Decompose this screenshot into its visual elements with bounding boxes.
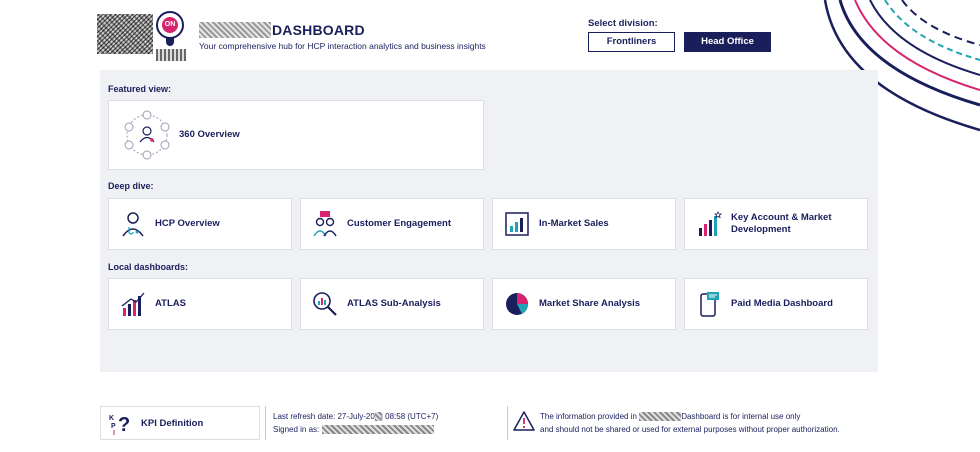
page-title: DASHBOARD <box>272 22 365 38</box>
logo-caption-redacted <box>156 49 186 61</box>
card-label: Paid Media Dashboard <box>731 298 833 309</box>
svg-text:K: K <box>109 415 114 422</box>
notice-prefix: The information provided in <box>540 412 637 421</box>
card-customer-engagement[interactable]: Customer Engagement <box>300 198 484 250</box>
card-label: In-Market Sales <box>539 218 609 229</box>
kpi-definition-button[interactable]: K P I ? KPI Definition <box>100 406 260 440</box>
redacted-company <box>639 412 682 422</box>
signed-in-label: Signed in as: <box>273 425 320 434</box>
head-office-button[interactable]: Head Office <box>684 32 771 52</box>
on-badge-icon: ON <box>156 11 184 39</box>
card-label: Key Account & Market Development <box>731 212 832 235</box>
kpi-label: KPI Definition <box>141 417 204 429</box>
card-in-market-sales[interactable]: In-Market Sales <box>492 198 676 250</box>
company-logo <box>97 14 153 54</box>
division-label: Select division: <box>588 18 658 29</box>
network-overview-icon <box>124 110 170 160</box>
doctor-icon <box>122 212 144 237</box>
card-market-share[interactable]: Market Share Analysis <box>492 278 676 330</box>
kpi-question-icon: K P I ? <box>109 414 130 435</box>
card-key-account[interactable]: Key Account & Market Development <box>684 198 868 250</box>
svg-text:?: ? <box>118 414 130 435</box>
card-atlas-sub-analysis[interactable]: ATLAS Sub-Analysis <box>300 278 484 330</box>
page-subtitle: Your comprehensive hub for HCP interacti… <box>199 41 486 51</box>
trend-chart-icon <box>121 292 145 316</box>
svg-text:P: P <box>111 423 116 430</box>
growth-chart-icon <box>699 211 722 236</box>
redacted-user <box>321 425 434 435</box>
notice-suffix: Dashboard is for internal use only <box>681 412 801 421</box>
refresh-prefix: Last refresh date: 27-July-20 <box>273 412 375 421</box>
divider <box>507 406 508 440</box>
magnifier-chart-icon <box>313 292 337 316</box>
warning-icon <box>513 411 535 431</box>
card-label: HCP Overview <box>155 218 220 229</box>
card-label: 360 Overview <box>179 129 240 140</box>
divider <box>265 406 266 440</box>
notice-line-1: The information provided in Dashboard is… <box>540 412 801 422</box>
deep-dive-label: Deep dive: <box>108 181 154 191</box>
card-atlas[interactable]: ATLAS <box>108 278 292 330</box>
signed-in: Signed in as: <box>273 425 434 435</box>
card-label: ATLAS Sub-Analysis <box>347 298 441 309</box>
local-dashboards-label: Local dashboards: <box>108 262 189 272</box>
featured-label: Featured view: <box>108 84 172 94</box>
dashboard-panel: Featured view: 360 Overview Deep dive: H… <box>100 70 878 372</box>
on-badge-text: ON <box>162 17 178 33</box>
frontliners-button[interactable]: Frontliners <box>588 32 675 52</box>
people-chat-icon <box>313 211 337 237</box>
card-label: Market Share Analysis <box>539 298 641 309</box>
refresh-date: Last refresh date: 27-July-20 | 08:58 (UT… <box>273 412 439 422</box>
notice-line-2: and should not be shared or used for ext… <box>540 425 840 434</box>
svg-text:I: I <box>113 430 115 435</box>
card-label: Customer Engagement <box>347 218 451 229</box>
bar-chart-icon <box>505 212 529 236</box>
badge-stem <box>166 38 174 46</box>
card-hcp-overview[interactable]: HCP Overview <box>108 198 292 250</box>
phone-media-icon <box>700 292 719 317</box>
title-prefix-redacted <box>199 22 271 38</box>
card-paid-media[interactable]: Paid Media Dashboard <box>684 278 868 330</box>
refresh-suffix: | 08:58 (UTC+7) <box>380 412 439 421</box>
pie-chart-icon <box>506 293 529 315</box>
card-label: ATLAS <box>155 298 186 309</box>
card-360-overview[interactable]: 360 Overview <box>108 100 484 170</box>
